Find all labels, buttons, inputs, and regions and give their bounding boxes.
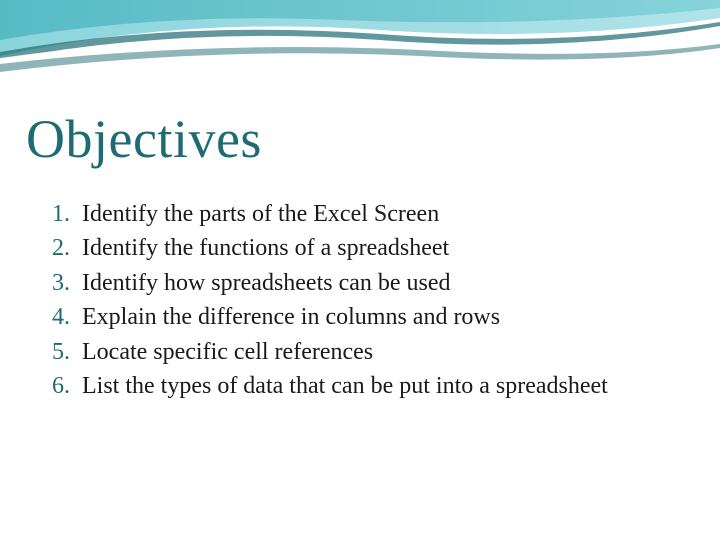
objective-text: Identify the functions of a spreadsheet [82,235,449,261]
objective-text: Identify how spreadsheets can be used [82,270,451,296]
objectives-list: Identify the parts of the Excel Screen I… [26,198,694,402]
objective-text: Identify the parts of the Excel Screen [82,201,439,227]
list-item: Identify the functions of a spreadsheet [26,232,694,264]
slide-title: Objectives [26,108,694,170]
list-item: Identify the parts of the Excel Screen [26,198,694,230]
objective-text: Explain the difference in columns and ro… [82,304,500,330]
list-item: Identify how spreadsheets can be used [26,267,694,299]
list-item: Explain the difference in columns and ro… [26,301,694,333]
objective-text: List the types of data that can be put i… [82,373,608,399]
objective-text: Locate specific cell references [82,339,373,365]
list-item: List the types of data that can be put i… [26,370,694,402]
list-item: Locate specific cell references [26,336,694,368]
